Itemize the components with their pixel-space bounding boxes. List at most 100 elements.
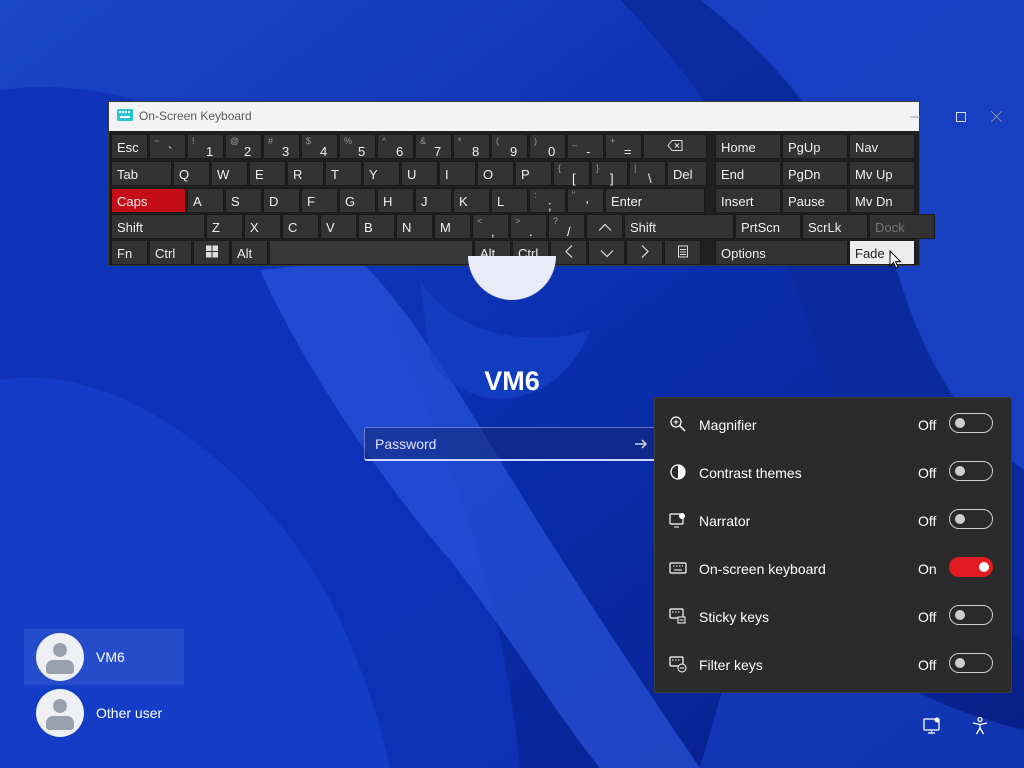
key-6[interactable]: ^ 6 bbox=[377, 134, 414, 159]
key-'[interactable]: " ' bbox=[567, 188, 604, 213]
key--[interactable]: _ - bbox=[567, 134, 604, 159]
key-.[interactable]: >. bbox=[510, 214, 547, 239]
key-b[interactable]: B bbox=[358, 214, 395, 239]
key-y[interactable]: Y bbox=[363, 161, 400, 186]
key-fn[interactable]: Fn bbox=[111, 240, 148, 265]
accessibility-item-sticky-keys[interactable]: Sticky keys Off bbox=[655, 592, 1011, 640]
key-e[interactable]: E bbox=[249, 161, 286, 186]
key-j[interactable]: J bbox=[415, 188, 452, 213]
accessibility-icon[interactable] bbox=[970, 716, 990, 736]
key-9[interactable]: (9 bbox=[491, 134, 528, 159]
key-caps[interactable]: Caps bbox=[111, 188, 186, 213]
user-tile-vm6[interactable]: VM6 bbox=[24, 629, 184, 685]
contrast-themes-toggle[interactable] bbox=[949, 461, 993, 481]
key-c[interactable]: C bbox=[282, 214, 319, 239]
magnifier-toggle[interactable] bbox=[949, 413, 993, 433]
key-p[interactable]: P bbox=[515, 161, 552, 186]
minimize-button[interactable] bbox=[892, 102, 938, 131]
key-q[interactable]: Q bbox=[173, 161, 210, 186]
osk-title-bar[interactable]: On-Screen Keyboard bbox=[109, 102, 1002, 131]
key-1[interactable]: ! 1 bbox=[187, 134, 224, 159]
key-alt[interactable]: Alt bbox=[231, 240, 268, 265]
key-u[interactable]: U bbox=[401, 161, 438, 186]
key-end[interactable]: End bbox=[715, 161, 781, 186]
key-`[interactable]: ~ ` bbox=[149, 134, 186, 159]
filter-keys-toggle[interactable] bbox=[949, 653, 993, 673]
key-pgup[interactable]: PgUp bbox=[782, 134, 848, 159]
key-0[interactable]: ) 0 bbox=[529, 134, 566, 159]
key-l[interactable]: L bbox=[491, 188, 528, 213]
key-g[interactable]: G bbox=[339, 188, 376, 213]
key-[[interactable]: {[ bbox=[553, 161, 590, 186]
key-prtscn[interactable]: PrtScn bbox=[735, 214, 801, 239]
password-input[interactable] bbox=[373, 435, 627, 453]
submit-arrow-icon[interactable] bbox=[633, 436, 649, 452]
key-t[interactable]: T bbox=[325, 161, 362, 186]
key-k[interactable]: K bbox=[453, 188, 490, 213]
key-h[interactable]: H bbox=[377, 188, 414, 213]
key-scrlk[interactable]: ScrLk bbox=[802, 214, 868, 239]
key-,[interactable]: <, bbox=[472, 214, 509, 239]
key-5[interactable]: % 5 bbox=[339, 134, 376, 159]
key-enter[interactable]: Enter bbox=[605, 188, 705, 213]
key-7[interactable]: & 7 bbox=[415, 134, 452, 159]
key-label: B bbox=[364, 220, 373, 235]
key-del[interactable]: Del bbox=[667, 161, 707, 186]
key-2[interactable]: @2 bbox=[225, 134, 262, 159]
accessibility-item-narrator[interactable]: Narrator Off bbox=[655, 496, 1011, 544]
key-down-arrow[interactable] bbox=[588, 240, 625, 265]
key-options[interactable]: Options bbox=[715, 240, 848, 265]
key-shift[interactable]: Shift bbox=[111, 214, 205, 239]
key-s[interactable]: S bbox=[225, 188, 262, 213]
close-button[interactable] bbox=[973, 102, 1019, 131]
key-nav[interactable]: Nav bbox=[849, 134, 915, 159]
key-windows[interactable] bbox=[193, 240, 230, 265]
accessibility-item-on-screen-keyboard[interactable]: On-screen keyboard On bbox=[655, 544, 1011, 592]
key-mv-dn[interactable]: Mv Dn bbox=[849, 188, 915, 213]
key-mv-up[interactable]: Mv Up bbox=[849, 161, 915, 186]
key-fade[interactable]: Fade bbox=[849, 240, 915, 265]
key-w[interactable]: W bbox=[211, 161, 248, 186]
key-ctrl[interactable]: Ctrl bbox=[149, 240, 192, 265]
accessibility-item-contrast-themes[interactable]: Contrast themes Off bbox=[655, 448, 1011, 496]
key-tab[interactable]: Tab bbox=[111, 161, 172, 186]
key-home[interactable]: Home bbox=[715, 134, 781, 159]
key-pgdn[interactable]: PgDn bbox=[782, 161, 848, 186]
key-m[interactable]: M bbox=[434, 214, 471, 239]
user-tile-other-user[interactable]: Other user bbox=[24, 685, 184, 741]
key-menu[interactable] bbox=[664, 240, 701, 265]
key-esc[interactable]: Esc bbox=[111, 134, 148, 159]
accessibility-item-filter-keys[interactable]: Filter keys Off bbox=[655, 640, 1011, 688]
network-icon[interactable] bbox=[922, 716, 942, 736]
accessibility-item-magnifier[interactable]: Magnifier Off bbox=[655, 400, 1011, 448]
key-][interactable]: }] bbox=[591, 161, 628, 186]
key-space[interactable] bbox=[269, 240, 473, 265]
key-;[interactable]: :; bbox=[529, 188, 566, 213]
key-8[interactable]: * 8 bbox=[453, 134, 490, 159]
key-x[interactable]: X bbox=[244, 214, 281, 239]
key-i[interactable]: I bbox=[439, 161, 476, 186]
key-r[interactable]: R bbox=[287, 161, 324, 186]
key-d[interactable]: D bbox=[263, 188, 300, 213]
key-3[interactable]: #3 bbox=[263, 134, 300, 159]
key-f[interactable]: F bbox=[301, 188, 338, 213]
key-o[interactable]: O bbox=[477, 161, 514, 186]
key-z[interactable]: Z bbox=[206, 214, 243, 239]
key-v[interactable]: V bbox=[320, 214, 357, 239]
key-pause[interactable]: Pause bbox=[782, 188, 848, 213]
narrator-toggle[interactable] bbox=[949, 509, 993, 529]
password-field[interactable] bbox=[364, 427, 656, 461]
key-backspace[interactable] bbox=[643, 134, 707, 159]
sticky-keys-toggle[interactable] bbox=[949, 605, 993, 625]
key-insert[interactable]: Insert bbox=[715, 188, 781, 213]
key-=[interactable]: + = bbox=[605, 134, 642, 159]
key-4[interactable]: $4 bbox=[301, 134, 338, 159]
key-n[interactable]: N bbox=[396, 214, 433, 239]
key-\[interactable]: | \ bbox=[629, 161, 666, 186]
on-screen-keyboard-toggle[interactable] bbox=[949, 557, 993, 577]
key-a[interactable]: A bbox=[187, 188, 224, 213]
key-/[interactable]: ? / bbox=[548, 214, 585, 239]
key-up-arrow[interactable] bbox=[586, 214, 623, 239]
key-right-arrow[interactable] bbox=[626, 240, 663, 265]
key-shift[interactable]: Shift bbox=[624, 214, 734, 239]
